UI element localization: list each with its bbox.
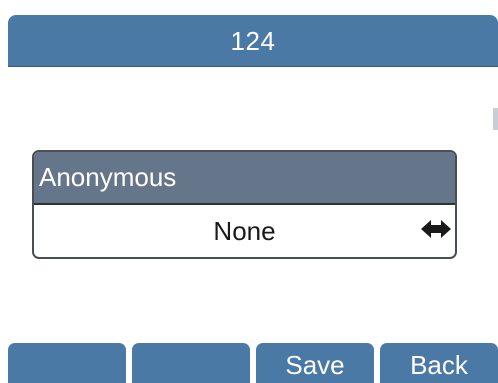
back-button-label: Back <box>410 349 468 380</box>
setting-value-selector[interactable]: None <box>34 205 455 257</box>
setting-label: Anonymous <box>34 152 455 205</box>
phone-screen: 124 Anonymous None Save Back <box>0 0 498 383</box>
page-title: 124 <box>8 15 498 67</box>
save-button[interactable]: Save <box>256 343 374 383</box>
page-title-text: 124 <box>230 25 276 56</box>
anonymous-setting[interactable]: Anonymous None <box>32 150 457 259</box>
back-button[interactable]: Back <box>380 343 498 383</box>
setting-value-text: None <box>213 215 276 246</box>
left-right-arrow-icon[interactable] <box>420 216 452 242</box>
softkey-2-button[interactable] <box>132 343 250 383</box>
setting-label-text: Anonymous <box>39 162 177 192</box>
scrollbar-thumb[interactable] <box>493 108 498 130</box>
softkey-1-button[interactable] <box>8 343 126 383</box>
save-button-label: Save <box>285 349 345 380</box>
softkey-bar: Save Back <box>8 343 498 383</box>
